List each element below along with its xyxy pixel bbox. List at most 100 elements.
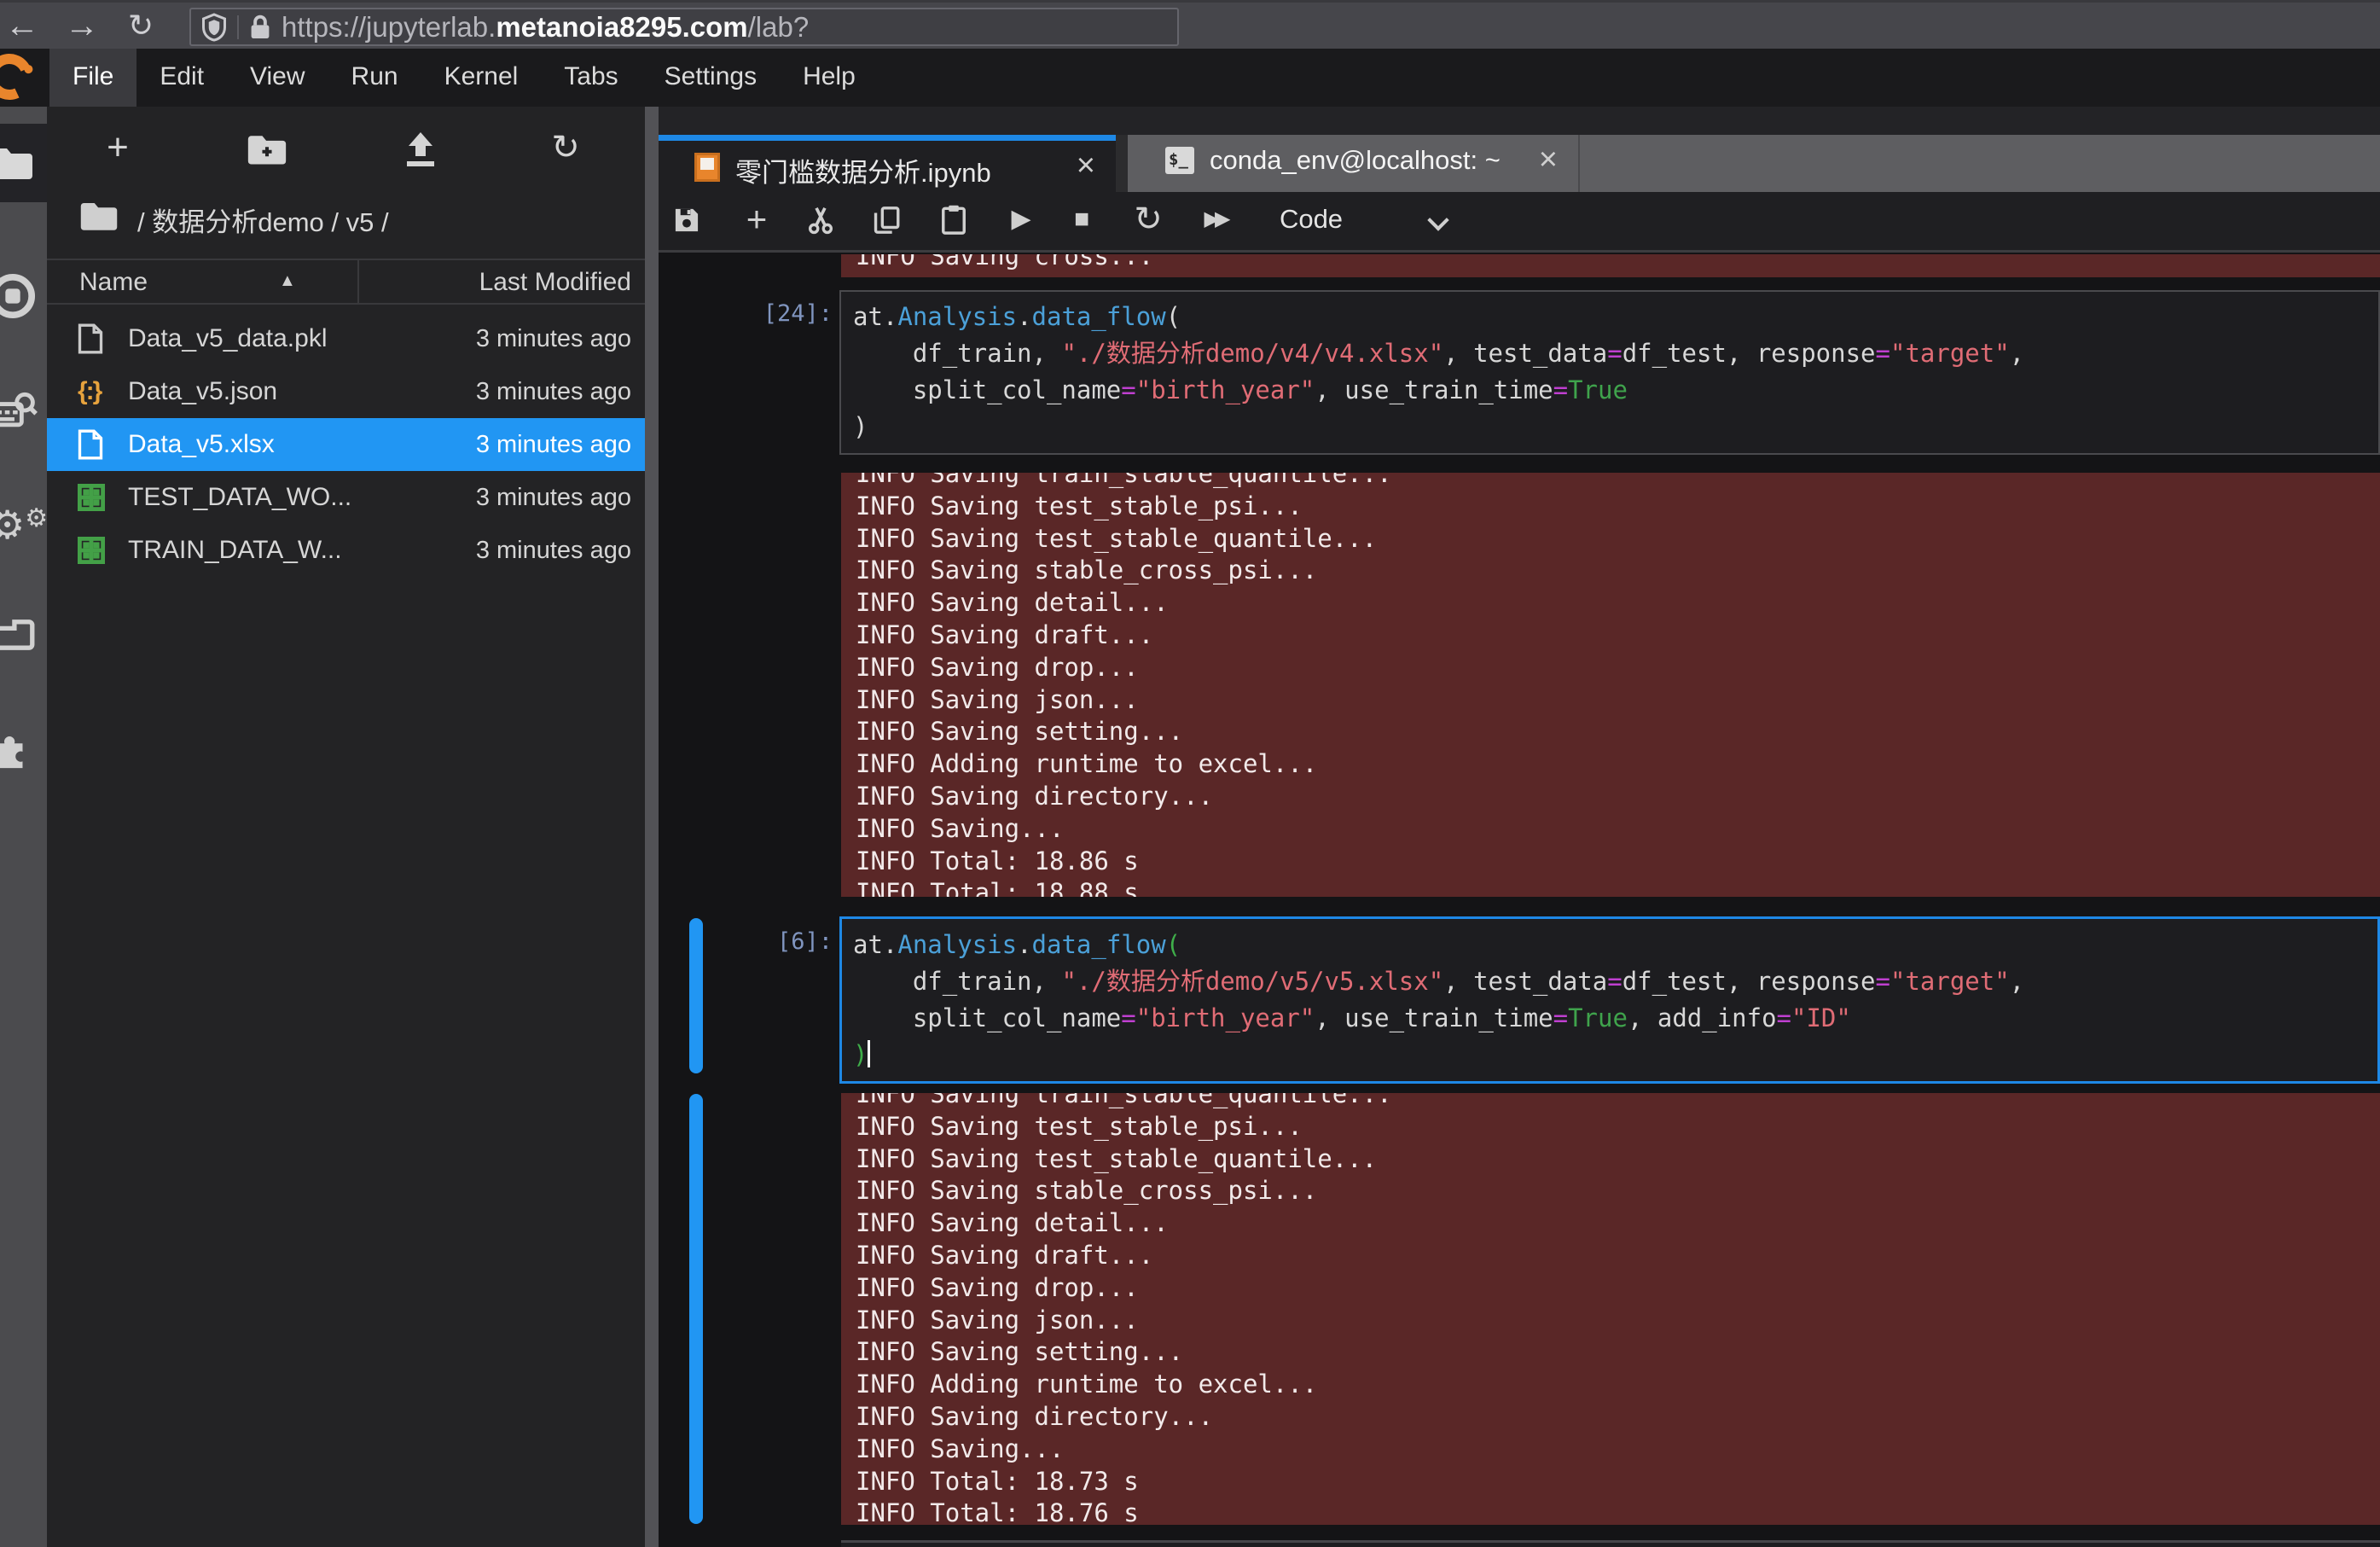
save-button[interactable] bbox=[659, 192, 714, 250]
sidebar-item-running-kernels[interactable] bbox=[0, 257, 47, 335]
layout-panel-icon bbox=[0, 619, 36, 651]
output-text: INFO Saving cross... bbox=[841, 254, 2380, 273]
chevron-down-icon[interactable] bbox=[1427, 209, 1448, 230]
address-bar[interactable]: https://jupyterlab.metanoia8295.com/lab? bbox=[189, 8, 1179, 46]
copy-button[interactable] bbox=[860, 192, 914, 250]
input-prompt: [6]: bbox=[659, 928, 833, 955]
file-modified: 3 minutes ago bbox=[476, 537, 631, 565]
menu-item-tabs[interactable]: Tabs bbox=[541, 49, 641, 107]
restart-kernel-button[interactable]: ↻ bbox=[1121, 192, 1175, 250]
sidebar-item-settings[interactable]: ⚙⚙ bbox=[0, 486, 47, 564]
paste-button[interactable] bbox=[926, 192, 981, 250]
file-modified: 3 minutes ago bbox=[476, 325, 631, 353]
main-dock-panel: 零门槛数据分析.ipynb × $_ conda_env@localhost: … bbox=[659, 107, 2380, 1547]
file-name: TEST_DATA_WO... bbox=[128, 483, 351, 512]
notebook-scroll-area[interactable]: INFO Saving cross... [24]: at.Analysis.d… bbox=[659, 253, 2380, 1547]
activity-bar: ⚙⚙ bbox=[0, 107, 47, 1547]
next-cell-edge bbox=[841, 1540, 2380, 1547]
column-header-modified[interactable]: Last Modified bbox=[479, 268, 631, 297]
app-logo-icon bbox=[0, 47, 39, 106]
spreadsheet-icon bbox=[78, 537, 105, 564]
menu-item-help[interactable]: Help bbox=[780, 49, 879, 107]
column-divider bbox=[357, 260, 359, 303]
menu-item-view[interactable]: View bbox=[227, 49, 328, 107]
breadcrumb-path: / 数据分析demo / v5 / bbox=[137, 201, 389, 239]
file-modified: 3 minutes ago bbox=[476, 431, 631, 459]
new-launcher-button[interactable]: + bbox=[90, 125, 145, 173]
tab-title: 零门槛数据分析.ipynb bbox=[735, 151, 991, 189]
puzzle-icon bbox=[0, 729, 34, 770]
menu-item-file[interactable]: File bbox=[49, 49, 136, 107]
tab-bar: 零门槛数据分析.ipynb × $_ conda_env@localhost: … bbox=[659, 135, 2380, 192]
file-row[interactable]: Data_v5_data.pkl 3 minutes ago bbox=[47, 312, 645, 365]
terminal-icon: $_ bbox=[1165, 147, 1194, 174]
output-text: INFO Saving train_stable_quantile... INF… bbox=[841, 1093, 2380, 1525]
file-row[interactable]: {:}Data_v5.json3 minutes ago bbox=[47, 365, 645, 418]
folder-icon bbox=[0, 147, 34, 179]
menu-item-edit[interactable]: Edit bbox=[136, 49, 227, 107]
cell-type-dropdown[interactable]: Code bbox=[1256, 204, 1367, 235]
spreadsheet-icon bbox=[78, 484, 105, 511]
file-name: TRAIN_DATA_W... bbox=[128, 536, 342, 565]
tab-terminal[interactable]: $_ conda_env@localhost: ~ × bbox=[1128, 135, 1580, 192]
panel-resize-handle[interactable] bbox=[645, 107, 659, 1547]
file-name: Data_v5.json bbox=[128, 377, 277, 406]
jupyterlab-menu-bar: FileEditViewRunKernelTabsSettingsHelp bbox=[0, 49, 2380, 107]
browser-toolbar: ← → ↻ https://jupyterlab.metanoia8295.co… bbox=[0, 0, 2380, 49]
refresh-button[interactable]: ↻ bbox=[538, 125, 593, 173]
breadcrumb[interactable]: / 数据分析demo / v5 / bbox=[47, 192, 645, 248]
file-row[interactable]: TRAIN_DATA_W... 3 minutes ago bbox=[47, 524, 645, 577]
browser-back-icon[interactable]: ← bbox=[5, 3, 39, 49]
file-name: Data_v5.xlsx bbox=[128, 430, 275, 459]
menu-item-kernel[interactable]: Kernel bbox=[421, 49, 542, 107]
file-modified: 3 minutes ago bbox=[476, 484, 631, 512]
input-prompt: [24]: bbox=[659, 300, 833, 327]
shield-icon[interactable] bbox=[201, 13, 227, 42]
file-row[interactable]: TEST_DATA_WO... 3 minutes ago bbox=[47, 471, 645, 524]
inspector-icon bbox=[0, 391, 38, 430]
output-area-24: INFO Saving train_stable_quantile... INF… bbox=[841, 473, 2380, 897]
file-icon bbox=[78, 323, 103, 355]
new-folder-button[interactable] bbox=[240, 125, 294, 173]
sort-ascending-icon[interactable]: ▲ bbox=[279, 271, 296, 291]
code-cell-6-active[interactable]: at.Analysis.data_flow( df_train, "./数据分析… bbox=[839, 916, 2380, 1084]
url-text: https://jupyterlab.metanoia8295.com/lab? bbox=[282, 11, 809, 44]
folder-icon bbox=[79, 201, 119, 231]
file-browser-panel: + ↻ / 数据分析demo / v5 / Name ▲ Last Modifi… bbox=[47, 107, 645, 1547]
output-area-6: INFO Saving train_stable_quantile... INF… bbox=[841, 1093, 2380, 1525]
gears-icon: ⚙⚙ bbox=[0, 502, 47, 548]
sidebar-item-inspector[interactable] bbox=[0, 371, 47, 450]
clipped-output-strip: INFO Saving cross... bbox=[841, 254, 2380, 277]
cut-button[interactable] bbox=[793, 192, 848, 250]
sidebar-item-notebook-tools[interactable] bbox=[0, 596, 47, 674]
tab-notebook[interactable]: 零门槛数据分析.ipynb × bbox=[659, 135, 1116, 192]
run-button[interactable]: ▶ bbox=[994, 192, 1048, 250]
file-row[interactable]: Data_v5.xlsx 3 minutes ago bbox=[47, 418, 645, 471]
running-kernels-icon bbox=[0, 273, 36, 319]
menu-items: FileEditViewRunKernelTabsSettingsHelp bbox=[49, 49, 879, 107]
menu-item-settings[interactable]: Settings bbox=[641, 49, 780, 107]
lock-icon bbox=[249, 14, 271, 41]
column-header-name[interactable]: Name bbox=[79, 268, 148, 297]
output-collapser[interactable] bbox=[689, 1094, 703, 1524]
sidebar-item-file-browser[interactable] bbox=[0, 124, 47, 202]
menu-item-run[interactable]: Run bbox=[328, 49, 421, 107]
output-text: INFO Saving train_stable_quantile... INF… bbox=[841, 473, 2380, 897]
close-icon[interactable]: × bbox=[1539, 142, 1558, 178]
tab-separator bbox=[1116, 135, 1128, 192]
close-icon[interactable]: × bbox=[1077, 148, 1095, 184]
upload-button[interactable] bbox=[393, 125, 448, 173]
browser-forward-icon[interactable]: → bbox=[65, 3, 99, 49]
url-divider bbox=[237, 15, 239, 39]
file-name: Data_v5_data.pkl bbox=[128, 324, 328, 353]
restart-run-all-button[interactable]: ▶▶ bbox=[1187, 192, 1242, 250]
notebook-toolbar: + ▶ ■ ↻ ▶▶ Code bbox=[659, 192, 2380, 253]
sidebar-item-extensions[interactable] bbox=[0, 710, 47, 788]
code-cell-24[interactable]: at.Analysis.data_flow( df_train, "./数据分析… bbox=[839, 290, 2380, 455]
json-icon: {:} bbox=[78, 377, 101, 406]
browser-reload-icon[interactable]: ↻ bbox=[128, 3, 154, 49]
stop-button[interactable]: ■ bbox=[1054, 192, 1109, 250]
file-list-header: Name ▲ Last Modified bbox=[47, 259, 645, 305]
file-list: Data_v5_data.pkl 3 minutes ago {:} Data_v5.… bbox=[47, 312, 645, 577]
add-cell-button[interactable]: + bbox=[729, 192, 784, 250]
